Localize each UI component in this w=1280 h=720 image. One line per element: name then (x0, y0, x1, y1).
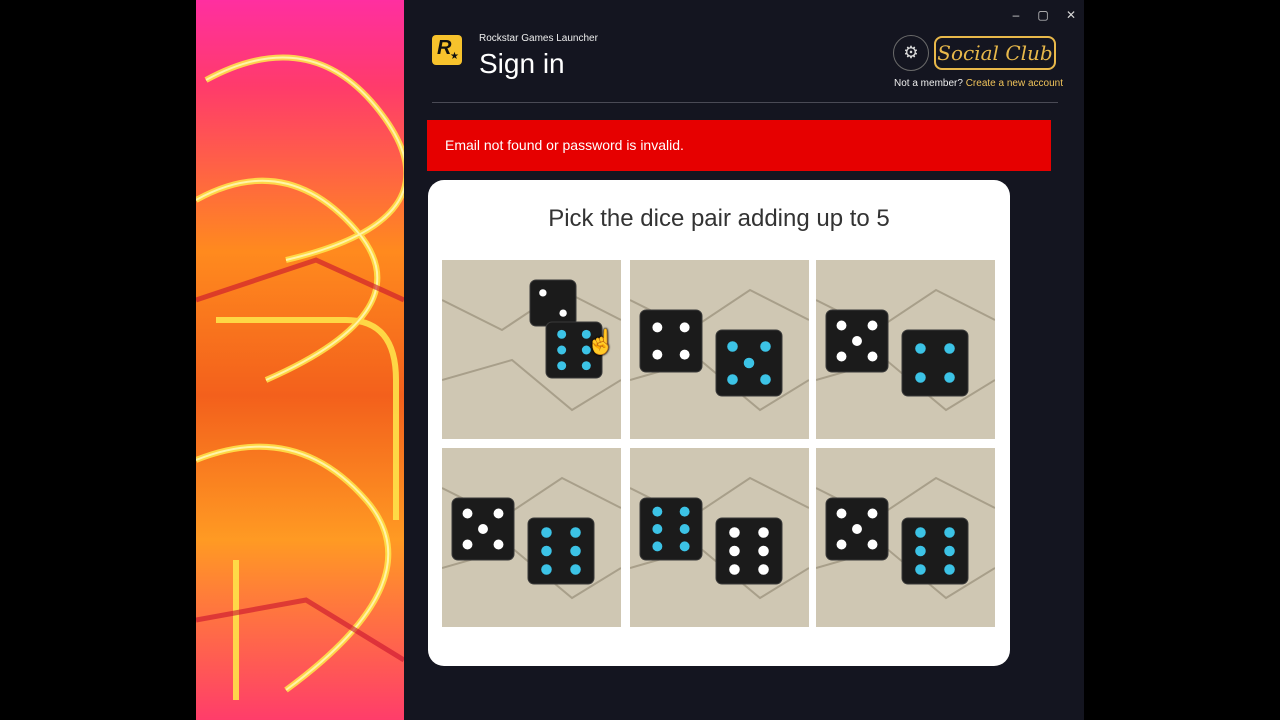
die-pip (836, 508, 847, 519)
die-pip (760, 374, 771, 385)
die-pip (557, 361, 567, 371)
error-banner: Email not found or password is invalid. (427, 120, 1051, 171)
hand-pointer-icon: ☝ (586, 329, 616, 356)
die-6 (715, 517, 783, 585)
die-pip (652, 506, 663, 517)
die-pip (652, 349, 663, 360)
create-account-link[interactable]: Create a new account (966, 78, 1063, 89)
die-pip (915, 545, 926, 557)
die-pip (462, 508, 473, 519)
die-pip (557, 329, 567, 339)
die-pip (915, 372, 926, 383)
die-pip (758, 545, 769, 557)
die-pip (836, 351, 847, 362)
captcha-tile-4[interactable] (442, 448, 621, 627)
captcha-panel: Pick the dice pair adding up to 5 ☝ (428, 180, 1010, 666)
die-pip (944, 545, 955, 557)
die-pip (836, 539, 847, 550)
die-pip (944, 564, 955, 575)
die-pip (570, 564, 581, 575)
die-pip (743, 357, 755, 369)
die-pip (944, 527, 955, 538)
die-pip (581, 361, 591, 371)
captcha-tile-6[interactable] (816, 448, 995, 627)
captcha-prompt: Pick the dice pair adding up to 5 (548, 205, 890, 232)
die-pip (915, 343, 926, 354)
die-pip (570, 527, 581, 538)
die-pip (867, 320, 878, 331)
die-pip (760, 341, 771, 352)
die-pip (852, 336, 862, 346)
die-pip (867, 508, 878, 519)
rockstar-logo-icon: R ★ (432, 35, 462, 65)
die-pip (652, 322, 663, 333)
die-pip (915, 527, 926, 538)
die-pip (652, 541, 663, 552)
not-member-text: Not a member? (894, 78, 963, 89)
die-5 (825, 309, 889, 373)
membership-prompt: Not a member? Create a new account (894, 78, 1063, 89)
close-button[interactable]: ✕ (1060, 6, 1082, 24)
die-pip (867, 539, 878, 550)
die-6 (527, 517, 595, 585)
die-pip (679, 349, 690, 360)
die-4 (901, 329, 969, 397)
die-pip (541, 564, 552, 575)
die-6 (901, 517, 969, 585)
captcha-tile-2[interactable] (630, 260, 809, 439)
die-2 (529, 279, 577, 327)
die-pip (679, 524, 690, 534)
die-pip (727, 374, 738, 385)
die-pip (758, 527, 769, 538)
social-club-logo: Social Club (934, 36, 1056, 70)
die-pip (729, 564, 740, 575)
die-pip (462, 539, 473, 550)
die-5 (825, 497, 889, 561)
die-pip (652, 524, 663, 534)
die-6 (639, 497, 703, 561)
die-pip (852, 524, 862, 534)
die-pip (729, 527, 740, 538)
launcher-window: – ▢ ✕ R ★ Rockstar Games Launcher Sign i… (404, 0, 1084, 720)
maximize-button[interactable]: ▢ (1032, 6, 1054, 24)
header-divider (432, 102, 1058, 103)
die-pip (541, 545, 552, 557)
die-4 (639, 309, 703, 373)
die-pip (478, 524, 488, 534)
captcha-tile-3[interactable] (816, 260, 995, 439)
die-pip (944, 343, 955, 354)
logo-star-icon: ★ (450, 51, 459, 62)
captcha-tile-5[interactable] (630, 448, 809, 627)
die-pip (679, 322, 690, 333)
page-title: Sign in (479, 48, 565, 79)
die-pip (944, 372, 955, 383)
die-pip (539, 289, 547, 297)
die-5 (451, 497, 515, 561)
die-pip (729, 545, 740, 557)
neon-art-panel (196, 0, 404, 720)
die-pip (867, 351, 878, 362)
die-pip (570, 545, 581, 557)
settings-button[interactable]: ⚙ (893, 35, 929, 71)
die-pip (541, 527, 552, 538)
die-pip (679, 541, 690, 552)
minimize-button[interactable]: – (1005, 6, 1027, 24)
die-pip (679, 506, 690, 517)
die-pip (493, 539, 504, 550)
die-pip (758, 564, 769, 575)
app-name: Rockstar Games Launcher (479, 33, 598, 44)
die-pip (557, 345, 567, 355)
die-pip (727, 341, 738, 352)
die-pip (836, 320, 847, 331)
die-pip (915, 564, 926, 575)
die-pip (559, 309, 567, 317)
die-pip (493, 508, 504, 519)
die-5 (715, 329, 783, 397)
